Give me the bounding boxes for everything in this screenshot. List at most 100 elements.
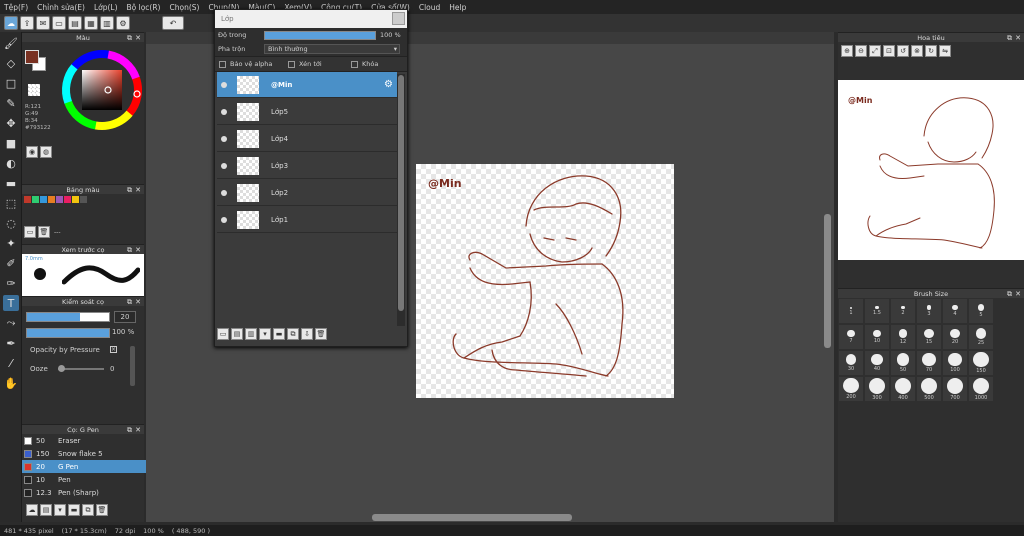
navigator-preview[interactable]: @Min [838, 80, 1024, 260]
color-swatch[interactable] [72, 196, 79, 203]
eyedropper-tool-icon[interactable]: ⁄ [3, 355, 19, 371]
brush-size-cell[interactable]: 100 [943, 351, 967, 375]
visibility-icon[interactable] [221, 108, 227, 115]
trash-icon[interactable]: 🗑 [96, 504, 108, 516]
reset-rotation-icon[interactable]: ⊗ [911, 45, 923, 57]
size-value[interactable]: 20 [114, 311, 136, 323]
menu-edit[interactable]: Chỉnh sửa(E) [37, 3, 85, 12]
new-8bit-layer-icon[interactable]: ▥ [245, 328, 257, 340]
operation-tool-icon[interactable]: ⤳ [3, 315, 19, 331]
close-icon[interactable] [392, 12, 405, 25]
lock-checkbox[interactable] [351, 60, 358, 68]
brush-size-cell[interactable]: 2 [891, 299, 915, 323]
select-rect-tool-icon[interactable]: ⬚ [3, 195, 19, 211]
layer-row[interactable]: Lớp4 [217, 126, 397, 152]
brush-size-cell[interactable]: 200 [839, 377, 863, 401]
menu-file[interactable]: Tệp(F) [4, 3, 28, 12]
size-slider[interactable] [26, 312, 110, 322]
pressure-checkbox[interactable]: × [110, 346, 117, 353]
zoom-in-icon[interactable]: ⊕ [841, 45, 853, 57]
brush-size-cell[interactable]: 30 [839, 351, 863, 375]
fit-icon[interactable]: ⤢ [869, 45, 881, 57]
new-page-icon[interactable]: ▭ [24, 226, 36, 238]
brush-tool-icon[interactable]: 🖌 [3, 35, 19, 51]
layer-opacity-slider[interactable] [264, 30, 376, 40]
pin-icon[interactable]: ⧉ [1007, 289, 1012, 299]
duplicate-layer-icon[interactable]: ⧉ [287, 328, 299, 340]
new-layer-icon[interactable]: ▭ [217, 328, 229, 340]
hand-tool-icon[interactable]: ✋ [3, 375, 19, 391]
chat-icon[interactable]: ▭ [52, 16, 66, 30]
visibility-icon[interactable] [221, 189, 227, 196]
brush-size-cell[interactable]: 50 [891, 351, 915, 375]
menu-cloud[interactable]: Cloud [419, 3, 440, 12]
gradient-tool-icon[interactable]: ▬ [3, 175, 19, 191]
flip-icon[interactable]: ⇋ [939, 45, 951, 57]
clipping-checkbox[interactable] [288, 60, 295, 68]
brush-menu-icon[interactable]: ▾ [54, 504, 66, 516]
color-wheel[interactable] [60, 48, 144, 132]
layer-row[interactable]: Lớp1 [217, 207, 397, 233]
rotate-left-icon[interactable]: ↺ [897, 45, 909, 57]
select-pen-tool-icon[interactable]: ✐ [3, 255, 19, 271]
rotate-right-icon[interactable]: ↻ [925, 45, 937, 57]
palette-icon[interactable]: ◉ [26, 146, 38, 158]
brush-size-cell[interactable]: 5 [969, 299, 993, 323]
color-swatch[interactable] [80, 196, 87, 203]
protect-alpha-checkbox[interactable] [219, 60, 226, 68]
shape-tool-icon[interactable]: □ [3, 75, 19, 91]
undo-icon[interactable]: ↶ [162, 16, 184, 30]
layer-menu-icon[interactable]: ▾ [259, 328, 271, 340]
brush-size-cell[interactable]: 700 [943, 377, 967, 401]
brush-size-cell[interactable]: 150 [969, 351, 993, 375]
brush-size-cell[interactable]: 40 [865, 351, 889, 375]
folder-icon[interactable]: ▬ [68, 504, 80, 516]
visibility-icon[interactable] [221, 216, 227, 223]
menu-layer[interactable]: Lớp(L) [94, 3, 118, 12]
layer-row[interactable]: Lớp2 [217, 180, 397, 206]
palette-add-icon[interactable]: ◍ [40, 146, 52, 158]
horizontal-scrollbar[interactable] [372, 514, 572, 521]
comment-icon[interactable]: ✉ [36, 16, 50, 30]
bucket-tool-icon[interactable]: ◐ [3, 155, 19, 171]
brush-size-cell[interactable]: 1.5 [865, 299, 889, 323]
layer-settings-icon[interactable]: ⚙ [384, 79, 393, 90]
layer-scrollbar[interactable] [398, 75, 404, 311]
add-brush-icon[interactable]: ▤ [40, 504, 52, 516]
layer-row[interactable]: @Min ⚙ [217, 72, 397, 98]
brush-size-cell[interactable]: 70 [917, 351, 941, 375]
opacity-slider[interactable] [26, 328, 110, 338]
color-swatch[interactable] [56, 196, 63, 203]
select-eraser-tool-icon[interactable]: ✑ [3, 275, 19, 291]
color-swatch[interactable] [24, 196, 31, 203]
brush-size-cell[interactable]: 1 [839, 299, 863, 323]
lasso-tool-icon[interactable]: ◌ [3, 215, 19, 231]
brush-size-cell[interactable]: 20 [943, 325, 967, 349]
brush-size-cell[interactable]: 300 [865, 377, 889, 401]
menu-select[interactable]: Chọn(S) [169, 3, 199, 12]
transparent-color-swatch[interactable] [28, 84, 40, 96]
brush-size-cell[interactable]: 400 [891, 377, 915, 401]
export-icon[interactable]: ⇪ [20, 16, 34, 30]
color-swatch[interactable] [40, 196, 47, 203]
color-swatch[interactable] [64, 196, 71, 203]
brush-size-cell[interactable]: 15 [917, 325, 941, 349]
layer-window-titlebar[interactable]: Lớp [215, 10, 407, 28]
layer-row[interactable]: Lớp3 [217, 153, 397, 179]
actual-size-icon[interactable]: ⊡ [883, 45, 895, 57]
move-tool-icon[interactable]: ✥ [3, 115, 19, 131]
zoom-out-icon[interactable]: ⊖ [855, 45, 867, 57]
drawing-canvas[interactable]: @Min [416, 164, 674, 398]
close-icon[interactable]: ✕ [1015, 289, 1021, 299]
vertical-scrollbar[interactable] [824, 214, 831, 348]
eraser-tool-icon[interactable]: ◇ [3, 55, 19, 71]
color-swatch[interactable] [32, 196, 39, 203]
brush-size-cell[interactable]: 500 [917, 377, 941, 401]
brush-size-cell[interactable]: 1000 [969, 377, 993, 401]
visibility-icon[interactable] [221, 135, 227, 142]
settings-icon[interactable]: ⚙ [116, 16, 130, 30]
brush-size-cell[interactable]: 10 [865, 325, 889, 349]
brush-size-cell[interactable]: 3 [917, 299, 941, 323]
grid-icon[interactable]: ▥ [100, 16, 114, 30]
smudge-tool-icon[interactable]: ✒ [3, 335, 19, 351]
